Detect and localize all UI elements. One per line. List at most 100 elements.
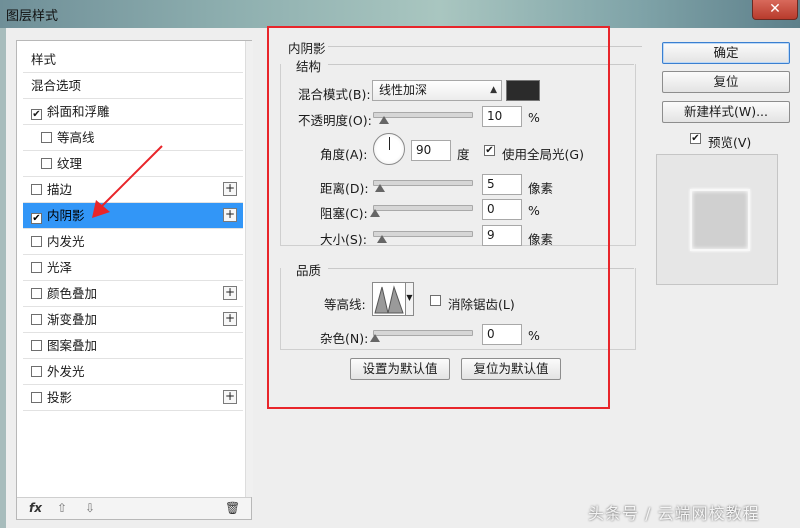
- distance-label: 距离(D):: [320, 181, 369, 196]
- blend-mode-value: 线性加深: [379, 83, 428, 97]
- noise-slider[interactable]: [370, 330, 473, 342]
- opacity-slider[interactable]: [373, 112, 473, 124]
- style-list-item[interactable]: 内发光: [23, 229, 243, 255]
- section-divider: [328, 46, 642, 47]
- make-default-button[interactable]: 设置为默认值: [350, 358, 450, 380]
- noise-input[interactable]: 0: [482, 324, 522, 345]
- noise-label: 杂色(N):: [320, 331, 369, 346]
- distance-input[interactable]: 5: [482, 174, 522, 195]
- fx-icon[interactable]: fx: [29, 501, 42, 515]
- annotation-arrow: [92, 145, 163, 218]
- antialias-checkbox[interactable]: [430, 295, 441, 306]
- style-checkbox[interactable]: [31, 288, 42, 299]
- style-list-label: 内阴影: [47, 208, 85, 223]
- blend-color-swatch[interactable]: [506, 80, 540, 101]
- size-label: 大小(S):: [320, 232, 367, 247]
- style-checkbox[interactable]: [31, 340, 42, 351]
- move-down-icon[interactable]: ⇩: [85, 501, 95, 515]
- angle-unit: 度: [457, 147, 470, 162]
- style-checkbox[interactable]: [31, 366, 42, 377]
- styles-list-scrollbar[interactable]: [245, 41, 253, 497]
- reset-default-button[interactable]: 复位为默认值: [461, 358, 561, 380]
- angle-input[interactable]: 90: [411, 140, 451, 161]
- contour-curve-icon: [374, 285, 404, 314]
- size-slider-thumb[interactable]: [377, 235, 387, 243]
- angle-label: 角度(A):: [320, 147, 368, 162]
- style-list-item[interactable]: 光泽: [23, 255, 243, 281]
- chevron-updown-icon: ▲: [490, 85, 497, 95]
- noise-slider-thumb[interactable]: [370, 334, 380, 342]
- add-style-icon[interactable]: +: [223, 208, 237, 222]
- ok-button[interactable]: 确定: [662, 42, 790, 64]
- style-checkbox[interactable]: [31, 236, 42, 247]
- add-style-icon[interactable]: +: [223, 312, 237, 326]
- choke-slider-thumb[interactable]: [370, 209, 380, 217]
- style-list-label: 光泽: [47, 260, 73, 275]
- section-title: 内阴影: [288, 41, 326, 56]
- move-up-icon[interactable]: ⇧: [57, 501, 67, 515]
- add-style-icon[interactable]: +: [223, 182, 237, 196]
- angle-dial-hand: [389, 137, 390, 150]
- choke-slider[interactable]: [370, 205, 473, 217]
- angle-dial[interactable]: [373, 133, 405, 165]
- style-list-label: 样式: [31, 52, 57, 67]
- distance-slider-thumb[interactable]: [375, 184, 385, 192]
- contour-dropdown-button[interactable]: ▼: [406, 282, 414, 316]
- style-preview-swatch: [690, 189, 750, 251]
- style-list-label: 投影: [47, 390, 73, 405]
- reset-button[interactable]: 复位: [662, 71, 790, 93]
- distance-unit: 像素: [528, 181, 554, 196]
- style-list-item[interactable]: 颜色叠加 +: [23, 281, 243, 307]
- choke-unit: %: [528, 203, 540, 218]
- style-list-item[interactable]: 样式: [23, 47, 243, 73]
- style-list-item[interactable]: 渐变叠加 +: [23, 307, 243, 333]
- size-slider[interactable]: [373, 231, 473, 243]
- opacity-input[interactable]: 10: [482, 106, 522, 127]
- style-list-item[interactable]: 投影 +: [23, 385, 243, 411]
- style-checkbox[interactable]: [31, 314, 42, 325]
- size-input[interactable]: 9: [482, 225, 522, 246]
- style-list-item[interactable]: 混合选项: [23, 73, 243, 99]
- style-list-item[interactable]: 外发光: [23, 359, 243, 385]
- opacity-unit: %: [528, 110, 540, 125]
- style-checkbox[interactable]: [31, 184, 42, 195]
- style-checkbox[interactable]: [31, 262, 42, 273]
- style-list-label: 颜色叠加: [47, 286, 98, 301]
- style-list-label: 内发光: [47, 234, 85, 249]
- style-list-label: 混合选项: [31, 78, 82, 93]
- window-title: 图层样式: [6, 9, 59, 24]
- new-style-button[interactable]: 新建样式(W)...: [662, 101, 790, 123]
- add-style-icon[interactable]: +: [223, 286, 237, 300]
- style-checkbox[interactable]: ✔: [31, 213, 42, 224]
- style-preview: [656, 154, 778, 285]
- contour-label: 等高线:: [324, 297, 366, 312]
- choke-input[interactable]: 0: [482, 199, 522, 220]
- styles-list-panel: 样式 混合选项 ✔ 斜面和浮雕 等高线 纹理 描边 + ✔ 内阴影 + 内发光 光泽 颜色叠加 + 渐变叠加 +…: [16, 40, 253, 520]
- add-style-icon[interactable]: +: [223, 390, 237, 404]
- style-list-label: 图案叠加: [47, 338, 98, 353]
- opacity-slider-thumb[interactable]: [379, 116, 389, 124]
- size-unit: 像素: [528, 232, 554, 247]
- blend-mode-label: 混合模式(B):: [298, 87, 371, 102]
- style-list-item[interactable]: 图案叠加: [23, 333, 243, 359]
- window-titlebar: 图层样式 ✕: [0, 0, 800, 28]
- antialias-label: 消除锯齿(L): [448, 297, 515, 312]
- style-list-label: 渐变叠加: [47, 312, 98, 327]
- style-checkbox[interactable]: [41, 132, 52, 143]
- close-button[interactable]: ✕: [752, 0, 798, 20]
- style-list-label: 斜面和浮雕: [47, 104, 110, 119]
- style-checkbox[interactable]: [31, 392, 42, 403]
- noise-unit: %: [528, 328, 540, 343]
- contour-picker[interactable]: [372, 282, 406, 316]
- style-checkbox[interactable]: [41, 158, 52, 169]
- preview-label: 预览(V): [708, 135, 752, 150]
- trash-icon[interactable]: 🗑: [225, 501, 240, 515]
- choke-label: 阻塞(C):: [320, 206, 368, 221]
- blend-mode-select[interactable]: 线性加深 ▲: [372, 80, 502, 101]
- global-light-checkbox[interactable]: ✔: [484, 145, 495, 156]
- style-checkbox[interactable]: ✔: [31, 109, 42, 120]
- distance-slider[interactable]: [373, 180, 473, 192]
- preview-checkbox[interactable]: ✔: [690, 133, 701, 144]
- style-list-item[interactable]: ✔ 斜面和浮雕: [23, 99, 243, 125]
- style-list-label: 纹理: [57, 156, 83, 171]
